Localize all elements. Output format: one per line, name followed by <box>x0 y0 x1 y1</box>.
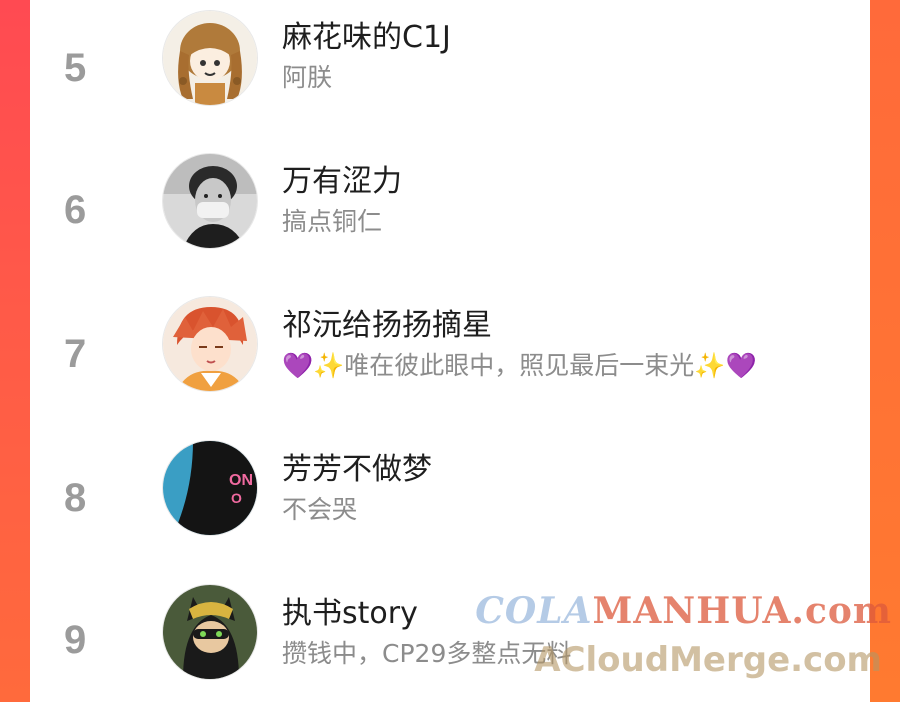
rank-number: 6 <box>64 188 87 232</box>
right-edge-gradient <box>870 0 900 702</box>
ranking-card: 5 麻花味的C1J 阿朕 6 万有涩力 搞点铜仁 7 祁沅给扬扬摘星 💜✨唯在彼… <box>30 0 870 702</box>
masked-man-avatar-icon <box>163 154 257 248</box>
ranking-list: 5 麻花味的C1J 阿朕 6 万有涩力 搞点铜仁 7 祁沅给扬扬摘星 💜✨唯在彼… <box>30 0 870 702</box>
teal-shirt-avatar-icon: ON O <box>163 441 257 535</box>
user-bio: 💜✨唯在彼此眼中，照见最后一束光✨💜 <box>282 350 757 382</box>
user-avatar[interactable] <box>162 10 258 106</box>
list-item[interactable]: 6 万有涩力 搞点铜仁 <box>30 142 870 282</box>
sparkles-icon: ✨ <box>694 351 726 380</box>
list-item[interactable]: 5 麻花味的C1J 阿朕 <box>30 0 870 140</box>
user-name[interactable]: 麻花味的C1J <box>282 20 451 56</box>
purple-heart-icon: 💜 <box>282 351 314 380</box>
user-name[interactable]: 芳芳不做梦 <box>282 452 432 488</box>
list-item[interactable]: 8 ON O 芳芳不做梦 不会哭 <box>30 426 870 566</box>
user-bio: 不会哭 <box>282 495 358 524</box>
svg-text:O: O <box>231 490 242 506</box>
rank-number: 7 <box>64 332 87 376</box>
cat-noir-avatar-icon <box>163 585 257 679</box>
user-bio: 搞点铜仁 <box>282 207 383 236</box>
svg-text:ON: ON <box>229 472 253 489</box>
user-avatar[interactable]: ON O <box>162 440 258 536</box>
sparkles-icon: ✨ <box>313 351 345 380</box>
bio-text: 唯在彼此眼中，照见最后一束光 <box>344 351 695 380</box>
user-name[interactable]: 执书story <box>282 596 418 632</box>
list-item[interactable]: 7 祁沅给扬扬摘星 💜✨唯在彼此眼中，照见最后一束光✨💜 <box>30 284 870 424</box>
user-avatar[interactable] <box>162 296 258 392</box>
user-name[interactable]: 祁沅给扬扬摘星 <box>282 308 492 344</box>
user-avatar[interactable] <box>162 153 258 249</box>
user-bio: 攒钱中，CP29多整点无料 <box>282 639 572 668</box>
list-item[interactable]: 9 执书story 攒钱中，CP29多整点无料 <box>30 570 870 702</box>
rank-number: 9 <box>64 618 87 662</box>
user-bio: 阿朕 <box>282 63 333 92</box>
user-name[interactable]: 万有涩力 <box>282 164 402 200</box>
rank-number: 8 <box>64 476 87 520</box>
anime-redhead-avatar-icon <box>163 297 257 391</box>
user-avatar[interactable] <box>162 584 258 680</box>
rank-number: 5 <box>64 46 87 90</box>
cartoon-girl-avatar-icon <box>163 11 257 105</box>
purple-heart-icon: 💜 <box>725 351 757 380</box>
